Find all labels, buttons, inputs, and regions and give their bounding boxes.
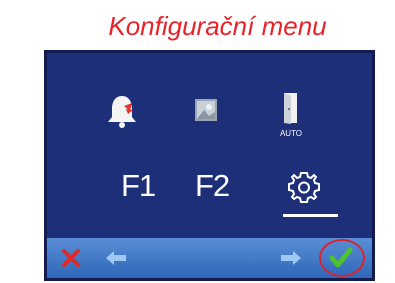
f2-button[interactable]: F2 — [195, 168, 230, 204]
bell-icon[interactable] — [102, 91, 142, 137]
image-icon[interactable] — [187, 91, 227, 137]
confirm-highlight-ring — [319, 239, 365, 277]
close-icon[interactable] — [57, 245, 85, 271]
page-caption: Konfigurační menu — [108, 11, 327, 41]
arrow-right-icon[interactable] — [277, 245, 305, 271]
selection-underline — [283, 214, 338, 217]
icon-row: AUTO — [47, 91, 372, 141]
door-icon[interactable]: AUTO — [271, 91, 311, 138]
auto-label: AUTO — [279, 129, 303, 138]
gear-icon[interactable] — [286, 169, 322, 205]
arrow-left-icon[interactable] — [102, 245, 130, 271]
f1-button[interactable]: F1 — [121, 168, 156, 204]
